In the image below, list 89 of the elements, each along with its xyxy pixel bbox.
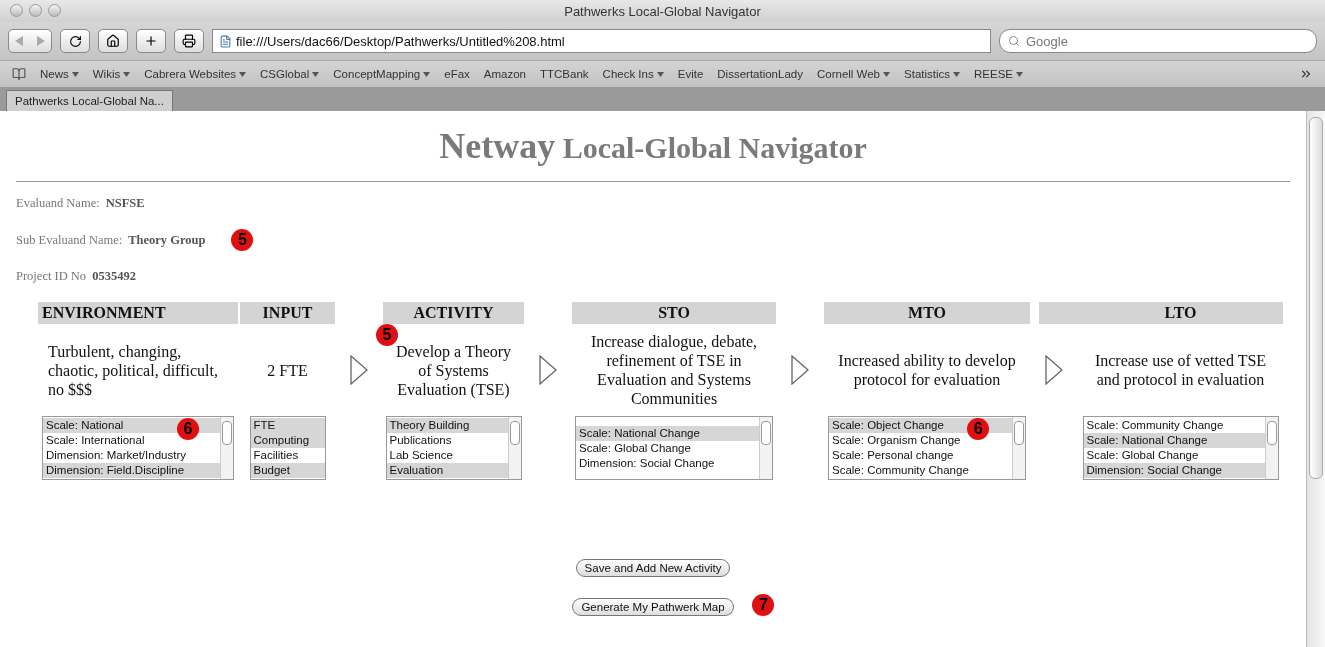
field-label: Evaluand Name: — [16, 196, 100, 211]
stage-description: 2 FTE — [267, 360, 308, 380]
field-value: 0535492 — [92, 269, 136, 284]
number-marker: 7 — [752, 594, 775, 616]
bookmark-link[interactable]: Statistics — [904, 68, 961, 80]
option-listbox[interactable]: FTE Computing Facilities Budget — [249, 416, 326, 480]
list-option[interactable]: Dimension: Field.Discipline — [43, 463, 220, 478]
arrow-icon — [1045, 355, 1063, 385]
reload-button[interactable] — [60, 29, 90, 53]
search-icon — [1008, 35, 1020, 47]
arrow-icon — [539, 355, 557, 385]
bookmark-link[interactable]: Cabrera Websites — [144, 68, 247, 80]
close-button[interactable] — [10, 4, 23, 17]
action-button[interactable]: Generate My Pathwerk Map — [572, 598, 734, 616]
add-bookmark-button[interactable] — [136, 29, 166, 53]
field-label: Sub Evaluand Name: — [16, 232, 123, 248]
minimize-button[interactable] — [29, 4, 42, 17]
bookmark-link[interactable]: News — [40, 68, 79, 80]
caret-icon — [1016, 71, 1024, 77]
list-option[interactable]: Scale: National Change — [576, 425, 759, 441]
stage-description: Turbulent, changing, chaotic, political, difficult, no $$$ — [48, 341, 219, 399]
option-listbox[interactable]: Theory Building Publications Lab Science Evaluation — [385, 416, 522, 480]
plus-icon — [144, 34, 158, 48]
stage-description: Increase dialogue, debate, refinement of TSE in Evaluation and Systems Communities — [589, 332, 759, 408]
column-header: MTO — [824, 302, 1030, 324]
caret-icon — [312, 71, 320, 77]
number-marker: 5 — [376, 324, 398, 346]
list-option[interactable]: Computing — [250, 433, 325, 448]
home-button[interactable] — [98, 29, 128, 53]
zoom-button[interactable] — [48, 4, 61, 17]
field-label: Project ID No — [16, 269, 87, 284]
list-option[interactable]: Dimension: Social Change — [1083, 463, 1265, 478]
caret-icon — [71, 71, 79, 77]
more-bookmarks-icon[interactable] — [1299, 67, 1313, 81]
field-value: Theory Group — [128, 232, 206, 248]
reload-icon — [68, 34, 82, 48]
list-option[interactable]: Theory Building — [386, 418, 508, 433]
bookmark-link[interactable]: Evite — [677, 68, 704, 80]
bookmark-link[interactable]: Wikis — [92, 68, 131, 80]
address-field[interactable]: file:///Users/dac66/Desktop/Pathwerks/Untitled%208.html — [212, 29, 991, 53]
back-forward-icon — [15, 36, 45, 46]
caret-icon — [953, 71, 961, 77]
caret-icon — [123, 71, 131, 77]
list-option[interactable]: Budget — [250, 463, 325, 478]
action-button[interactable]: Save and Add New Activity — [575, 559, 731, 577]
caret-icon — [656, 71, 664, 77]
column-header: ACTIVITY — [383, 302, 524, 324]
column-header: STO — [572, 302, 776, 324]
bookmark-link[interactable]: DissertationLady — [717, 68, 803, 80]
scroll-thumb[interactable] — [509, 421, 520, 445]
page-icon — [219, 34, 232, 48]
option-listbox[interactable]: Scale: National Change Scale: Global Change Dimension: Social Change — [575, 416, 773, 480]
scroll-thumb[interactable] — [1014, 421, 1024, 445]
list-option[interactable]: Scale: National Change — [1083, 433, 1265, 448]
arrow-icon — [350, 355, 368, 385]
page-heading: Netway Local-Global Navigator — [438, 125, 868, 167]
column-header: LTO — [1078, 302, 1283, 324]
column-header: INPUT — [240, 302, 335, 324]
caret-icon — [423, 71, 431, 77]
bookmark-link[interactable]: REESE — [974, 68, 1024, 80]
arrow-icon — [791, 355, 809, 385]
stage-description: Increased ability to develop protocol for evaluation — [837, 351, 1017, 389]
scroll-thumb[interactable] — [761, 421, 771, 445]
printer-icon — [182, 34, 196, 48]
window-title: Pathwerks Local-Global Navigator — [564, 3, 761, 19]
bookmark-link[interactable]: CSGlobal — [260, 68, 320, 80]
column-header: ENVIRONMENT — [38, 302, 238, 324]
stage-description: Increase use of vetted TSE and protocol in evaluation — [1093, 351, 1268, 389]
caret-icon — [883, 71, 891, 77]
bookmark-link[interactable]: Check Ins — [602, 68, 664, 80]
list-option[interactable]: FTE — [250, 418, 325, 433]
scroll-thumb[interactable] — [1266, 421, 1277, 445]
bookmark-link[interactable]: TTCBank — [540, 68, 589, 80]
bookmark-link[interactable]: ConceptMapping — [333, 68, 431, 80]
browser-tab[interactable]: Pathwerks Local-Global Na... — [6, 90, 173, 111]
caret-icon — [239, 71, 247, 77]
search-field[interactable]: Google — [999, 29, 1317, 53]
field-value: NSFSE — [105, 196, 145, 211]
scroll-thumb[interactable] — [222, 421, 232, 445]
home-icon — [106, 34, 120, 48]
bookmark-link[interactable]: eFax — [444, 68, 470, 80]
bookmark-link[interactable]: Cornell Web — [816, 68, 891, 80]
bookmark-link[interactable]: Amazon — [483, 68, 526, 80]
list-option[interactable]: Evaluation — [386, 463, 508, 478]
bookmarks-icon[interactable] — [12, 67, 26, 81]
print-button[interactable] — [174, 29, 204, 53]
back-forward-button[interactable] — [8, 29, 52, 53]
number-marker: 5 — [231, 229, 254, 251]
option-listbox[interactable]: Scale: Community Change Scale: National Change Scale: Global Change Dimension: Social Change — [1082, 416, 1279, 480]
